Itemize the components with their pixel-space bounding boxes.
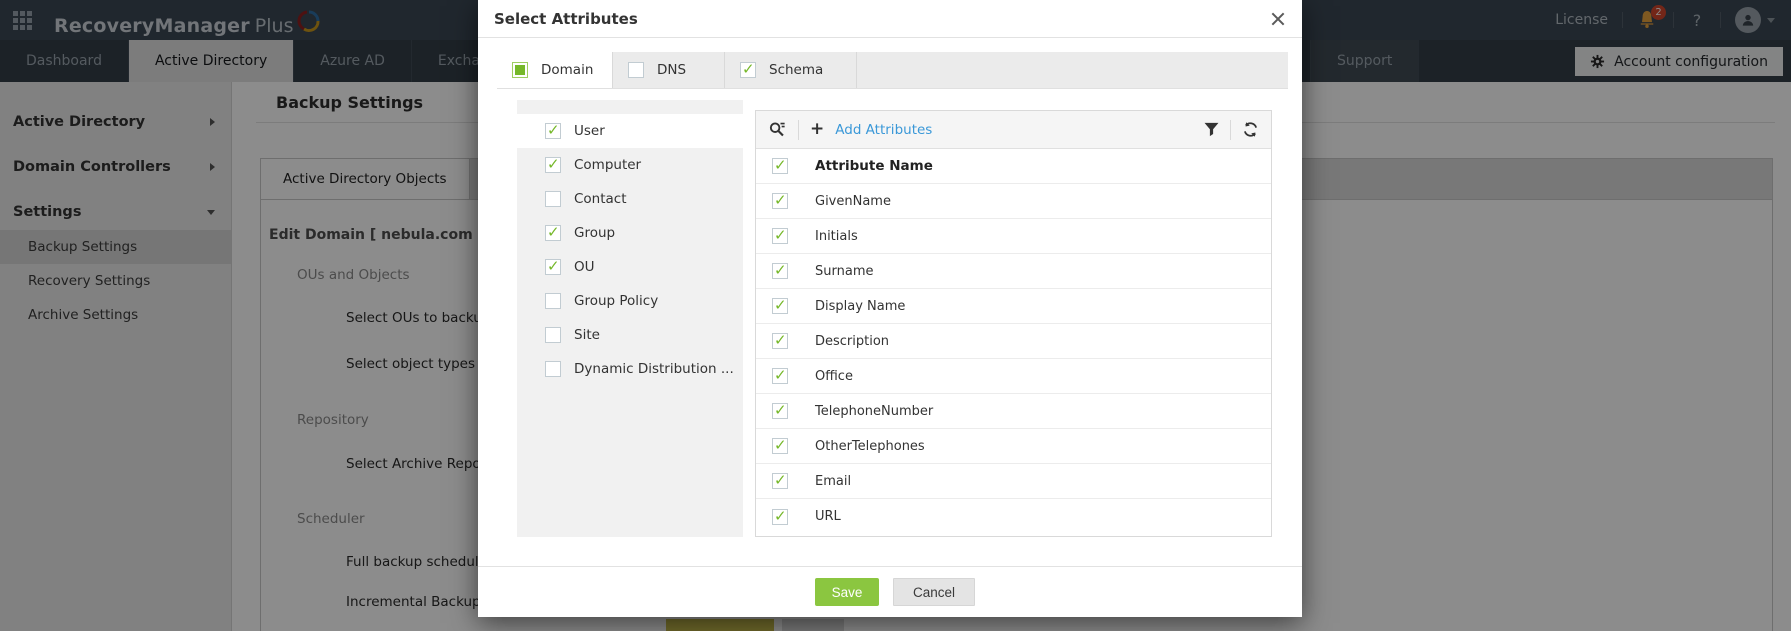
select-all-attributes-checkbox[interactable]: [772, 158, 788, 174]
attribute-checkbox[interactable]: [772, 509, 788, 525]
attribute-row-givenname[interactable]: GivenName: [756, 184, 1271, 219]
save-button[interactable]: Save: [815, 578, 879, 606]
attribute-row-description[interactable]: Description: [756, 324, 1271, 359]
divider: [478, 566, 1302, 567]
schema-checkbox[interactable]: [740, 62, 756, 78]
object-type-contact[interactable]: Contact: [517, 182, 743, 216]
group-checkbox[interactable]: [545, 225, 561, 241]
attribute-row-telephonenumber[interactable]: TelephoneNumber: [756, 394, 1271, 429]
dynamic-distribution-checkbox[interactable]: [545, 361, 561, 377]
domain-checkbox[interactable]: [512, 62, 528, 78]
filter-icon[interactable]: [1204, 122, 1219, 137]
divider: [798, 120, 799, 140]
user-checkbox[interactable]: [545, 123, 561, 139]
attribute-row-surname[interactable]: Surname: [756, 254, 1271, 289]
attributes-header-label: Attribute Name: [815, 158, 933, 174]
computer-checkbox[interactable]: [545, 157, 561, 173]
dialog-header: Select Attributes: [478, 0, 1302, 38]
object-type-dynamic-distribution[interactable]: Dynamic Distribution ...: [517, 352, 743, 386]
attribute-row-display-name[interactable]: Display Name: [756, 289, 1271, 324]
site-checkbox[interactable]: [545, 327, 561, 343]
attributes-toolbar: + Add Attributes: [756, 111, 1271, 149]
object-type-list: User Computer Contact Group OU Group Pol…: [517, 100, 743, 537]
object-type-site[interactable]: Site: [517, 318, 743, 352]
attributes-panel: + Add Attributes Attribute Name: [755, 110, 1272, 537]
tab-domain[interactable]: Domain: [497, 52, 613, 88]
plus-icon: +: [810, 121, 824, 138]
object-type-computer[interactable]: Computer: [517, 148, 743, 182]
attribute-checkbox[interactable]: [772, 368, 788, 384]
attributes-header-row[interactable]: Attribute Name: [756, 149, 1271, 184]
object-type-group[interactable]: Group: [517, 216, 743, 250]
tab-schema[interactable]: Schema: [725, 52, 857, 88]
contact-checkbox[interactable]: [545, 191, 561, 207]
add-attributes-link[interactable]: Add Attributes: [835, 122, 932, 138]
close-icon[interactable]: [1270, 11, 1286, 27]
refresh-icon[interactable]: [1242, 121, 1259, 138]
attribute-checkbox[interactable]: [772, 403, 788, 419]
attribute-row-url[interactable]: URL: [756, 499, 1271, 534]
attribute-checkbox[interactable]: [772, 473, 788, 489]
select-attributes-dialog: Select Attributes Domain DNS Schema User: [478, 0, 1302, 617]
attribute-checkbox[interactable]: [772, 438, 788, 454]
attribute-row-initials[interactable]: Initials: [756, 219, 1271, 254]
attribute-checkbox[interactable]: [772, 263, 788, 279]
attribute-checkbox[interactable]: [772, 228, 788, 244]
cancel-button[interactable]: Cancel: [893, 578, 975, 606]
ou-checkbox[interactable]: [545, 259, 561, 275]
attribute-row-othertelephones[interactable]: OtherTelephones: [756, 429, 1271, 464]
attribute-row-office[interactable]: Office: [756, 359, 1271, 394]
screen: RecoveryManager Plus License 2 ?: [0, 0, 1791, 631]
divider: [1230, 120, 1231, 140]
object-type-user[interactable]: User: [517, 114, 743, 148]
dialog-tabstrip: Domain DNS Schema: [497, 52, 1288, 89]
attribute-checkbox[interactable]: [772, 333, 788, 349]
attribute-checkbox[interactable]: [772, 298, 788, 314]
dialog-title: Select Attributes: [494, 0, 638, 38]
attribute-row-email[interactable]: Email: [756, 464, 1271, 499]
dns-checkbox[interactable]: [628, 62, 644, 78]
object-type-ou[interactable]: OU: [517, 250, 743, 284]
tab-dns[interactable]: DNS: [613, 52, 725, 88]
attribute-checkbox[interactable]: [772, 193, 788, 209]
group-policy-checkbox[interactable]: [545, 293, 561, 309]
object-type-group-policy[interactable]: Group Policy: [517, 284, 743, 318]
search-icon[interactable]: [768, 120, 787, 139]
